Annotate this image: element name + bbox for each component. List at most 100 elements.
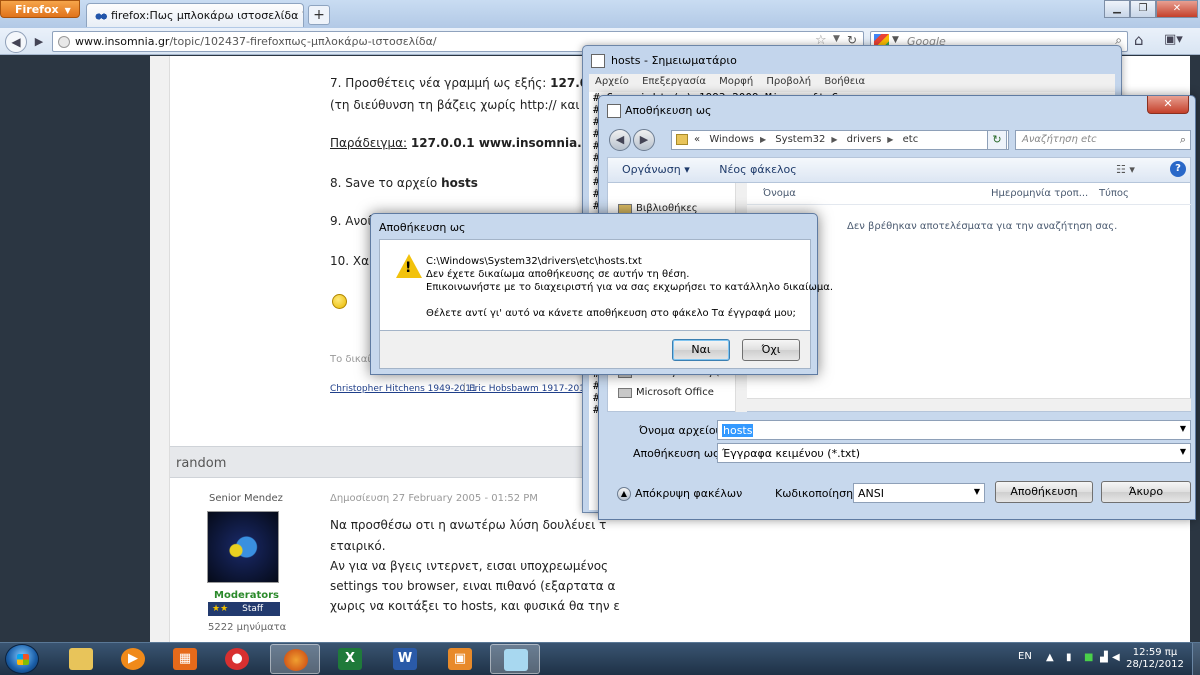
encoding-select[interactable]: ANSI ▼ — [853, 483, 985, 503]
hide-folders-button[interactable]: ▲ Απόκρυψη φακέλων — [617, 487, 742, 501]
notepad-icon — [591, 54, 605, 68]
taskbar-word[interactable]: W — [380, 644, 430, 674]
signature-link-hobsbawm[interactable]: Eric Hobsbawm 1917-2012 — [469, 384, 591, 394]
network-icon[interactable]: ▟ — [1100, 652, 1112, 664]
taskbar-office-app[interactable]: ▦ — [160, 644, 210, 674]
chevron-right-icon[interactable]: ▶ — [760, 135, 766, 144]
filename-input[interactable]: hosts ▼ — [717, 420, 1191, 440]
warning-icon: ! — [396, 254, 422, 278]
restore-button[interactable]: ❐ — [1130, 0, 1156, 18]
refresh-button[interactable]: ↻ — [987, 130, 1007, 150]
error-dialog-body: ! C:\Windows\System32\drivers\etc\hosts.… — [379, 239, 833, 331]
menu-item-format[interactable]: Μορφή — [719, 76, 753, 87]
yes-button[interactable]: Ναι — [672, 339, 730, 361]
menu-icon[interactable]: ▣▾ — [1164, 32, 1183, 47]
url-path: /topic/102437-firefoxπως-μπλοκάρω-ιστοσε… — [169, 35, 437, 48]
chevron-up-icon: ▲ — [617, 487, 631, 501]
menu-item-file[interactable]: Αρχείο — [595, 76, 629, 87]
menu-item-edit[interactable]: Επεξεργασία — [642, 76, 706, 87]
avatar[interactable] — [207, 511, 279, 583]
column-date[interactable]: Ημερομηνία τροπ... — [991, 188, 1088, 199]
tray-expand-icon[interactable]: ▲ — [1046, 652, 1058, 664]
taskbar-explorer[interactable] — [56, 644, 106, 674]
breadcrumb-drivers[interactable]: drivers — [847, 134, 882, 145]
new-folder-button[interactable]: Νέος φάκελος — [719, 163, 797, 176]
post-line: εταιρικό. — [330, 539, 386, 553]
help-icon[interactable]: ? — [1170, 161, 1186, 177]
back-button[interactable]: ◀ — [5, 31, 27, 53]
notepad-title: hosts - Σημειωματάριο — [611, 54, 737, 67]
back-button[interactable]: ◀ — [609, 129, 631, 151]
firefox-menu-button[interactable]: Firefox ▼ — [0, 0, 80, 18]
minimize-button[interactable]: ▁ — [1104, 0, 1130, 18]
horizontal-scrollbar[interactable] — [747, 398, 1191, 411]
breadcrumb-windows[interactable]: Windows — [709, 134, 754, 145]
view-options-icon[interactable]: ☷ ▾ — [1116, 163, 1135, 176]
close-button[interactable]: ✕ — [1156, 0, 1198, 18]
taskbar-media-app[interactable]: ● — [212, 644, 262, 674]
taskbar-app[interactable]: ▣ — [435, 644, 485, 674]
breadcrumb-etc[interactable]: etc — [903, 134, 919, 145]
taskbar-firefox[interactable] — [270, 644, 320, 674]
browser-tab[interactable]: firefox:Πως μπλοκάρω ιστοσελίδα ? - S... — [86, 3, 304, 27]
post-author-name[interactable]: Senior Mendez — [209, 493, 283, 504]
save-type-select[interactable]: Έγγραφα κειμένου (*.txt) ▼ — [717, 443, 1191, 463]
start-button[interactable] — [5, 644, 39, 674]
save-as-title: Αποθήκευση ως — [625, 104, 712, 117]
chevron-down-icon[interactable]: ▼ — [1180, 424, 1186, 433]
example-text: Παράδειγμα: 127.0.0.1 www.insomnia.gr — [330, 136, 597, 150]
no-button[interactable]: Όχι — [742, 339, 800, 361]
menu-item-view[interactable]: Προβολή — [766, 76, 811, 87]
history-dropdown-icon[interactable]: ▼ — [833, 34, 840, 44]
address-breadcrumb[interactable]: « Windows▶ System32▶ drivers▶ etc ▼ — [671, 130, 1009, 150]
battery-icon[interactable]: ▮ — [1066, 652, 1078, 664]
taskbar-notepad[interactable] — [490, 644, 540, 674]
organize-button[interactable]: Οργάνωση ▾ — [622, 163, 690, 176]
media-app-icon: ● — [225, 648, 249, 670]
show-desktop-button[interactable] — [1192, 643, 1200, 675]
error-dialog-footer: Ναι Όχι — [379, 331, 811, 369]
hide-folders-label: Απόκρυψη φακέλων — [635, 487, 743, 500]
clock-time: 12:59 πμ — [1132, 647, 1178, 658]
breadcrumb-overflow[interactable]: « — [694, 134, 700, 145]
breadcrumb-system32[interactable]: System32 — [775, 134, 825, 145]
search-icon: ⌕ — [1179, 133, 1186, 146]
forward-button[interactable]: ▶ — [633, 129, 655, 151]
firefox-titlebar: Firefox ▼ firefox:Πως μπλοκάρω ιστοσελίδα… — [0, 0, 1200, 28]
system-clock[interactable]: 12:59 πμ 28/12/2012 — [1120, 647, 1190, 671]
empty-results-message: Δεν βρέθηκαν αποτελέσματα για την αναζήτ… — [847, 221, 1118, 232]
cancel-button[interactable]: Άκυρο — [1101, 481, 1191, 503]
chevron-right-icon[interactable]: ▶ — [831, 135, 837, 144]
save-button[interactable]: Αποθήκευση — [995, 481, 1093, 503]
new-tab-button[interactable]: + — [308, 5, 330, 25]
taskbar-excel[interactable]: X — [325, 644, 375, 674]
smiley-emoticon-icon — [332, 294, 347, 309]
signature-separator: | — [463, 383, 467, 393]
language-indicator[interactable]: EN — [1018, 651, 1032, 662]
folder-search-input[interactable]: Αναζήτηση etc ⌕ — [1015, 130, 1191, 150]
column-type[interactable]: Τύπος — [1099, 188, 1129, 199]
tray-app-icon[interactable]: ■ — [1084, 652, 1096, 664]
chevron-down-icon: ▼ — [64, 6, 71, 15]
page-background-left — [0, 56, 150, 642]
menu-item-help[interactable]: Βοήθεια — [824, 76, 865, 87]
home-icon[interactable]: ⌂ — [1134, 31, 1144, 49]
save-type-value: Έγγραφα κειμένου (*.txt) — [722, 447, 861, 460]
chevron-down-icon: ▼ — [1179, 447, 1186, 456]
dialog-icon — [607, 104, 621, 118]
close-button[interactable]: ✕ — [1147, 96, 1189, 114]
post-meta: Δημοσίευση 27 February 2005 - 01:52 PM — [330, 493, 538, 504]
engine-dropdown-icon[interactable]: ▼ — [892, 35, 899, 45]
error-dialog-title: Αποθήκευση ως — [379, 221, 466, 234]
chevron-right-icon[interactable]: ▶ — [887, 135, 893, 144]
step7-text: 7. Προσθέτεις νέα γραμμή ως εξής: 127.0.… — [330, 76, 614, 90]
post-line: settings του browser, ειναι πιθανό (εξαρ… — [330, 579, 616, 593]
step7-line2: (τη διεύθυνση τη βάζεις χωρίς http:// κα… — [330, 98, 619, 112]
encoding-label: Κωδικοποίηση: — [775, 487, 857, 500]
taskbar-media-player[interactable]: ▶ — [108, 644, 158, 674]
media-player-icon: ▶ — [121, 648, 145, 670]
signature-link-hitchens[interactable]: Christopher Hitchens 1949-2011 — [330, 384, 477, 394]
forward-button[interactable]: ▶ — [30, 33, 48, 51]
column-name[interactable]: Όνομα — [763, 188, 796, 199]
nav-item-microsoft-office[interactable]: Microsoft Office — [636, 387, 714, 398]
